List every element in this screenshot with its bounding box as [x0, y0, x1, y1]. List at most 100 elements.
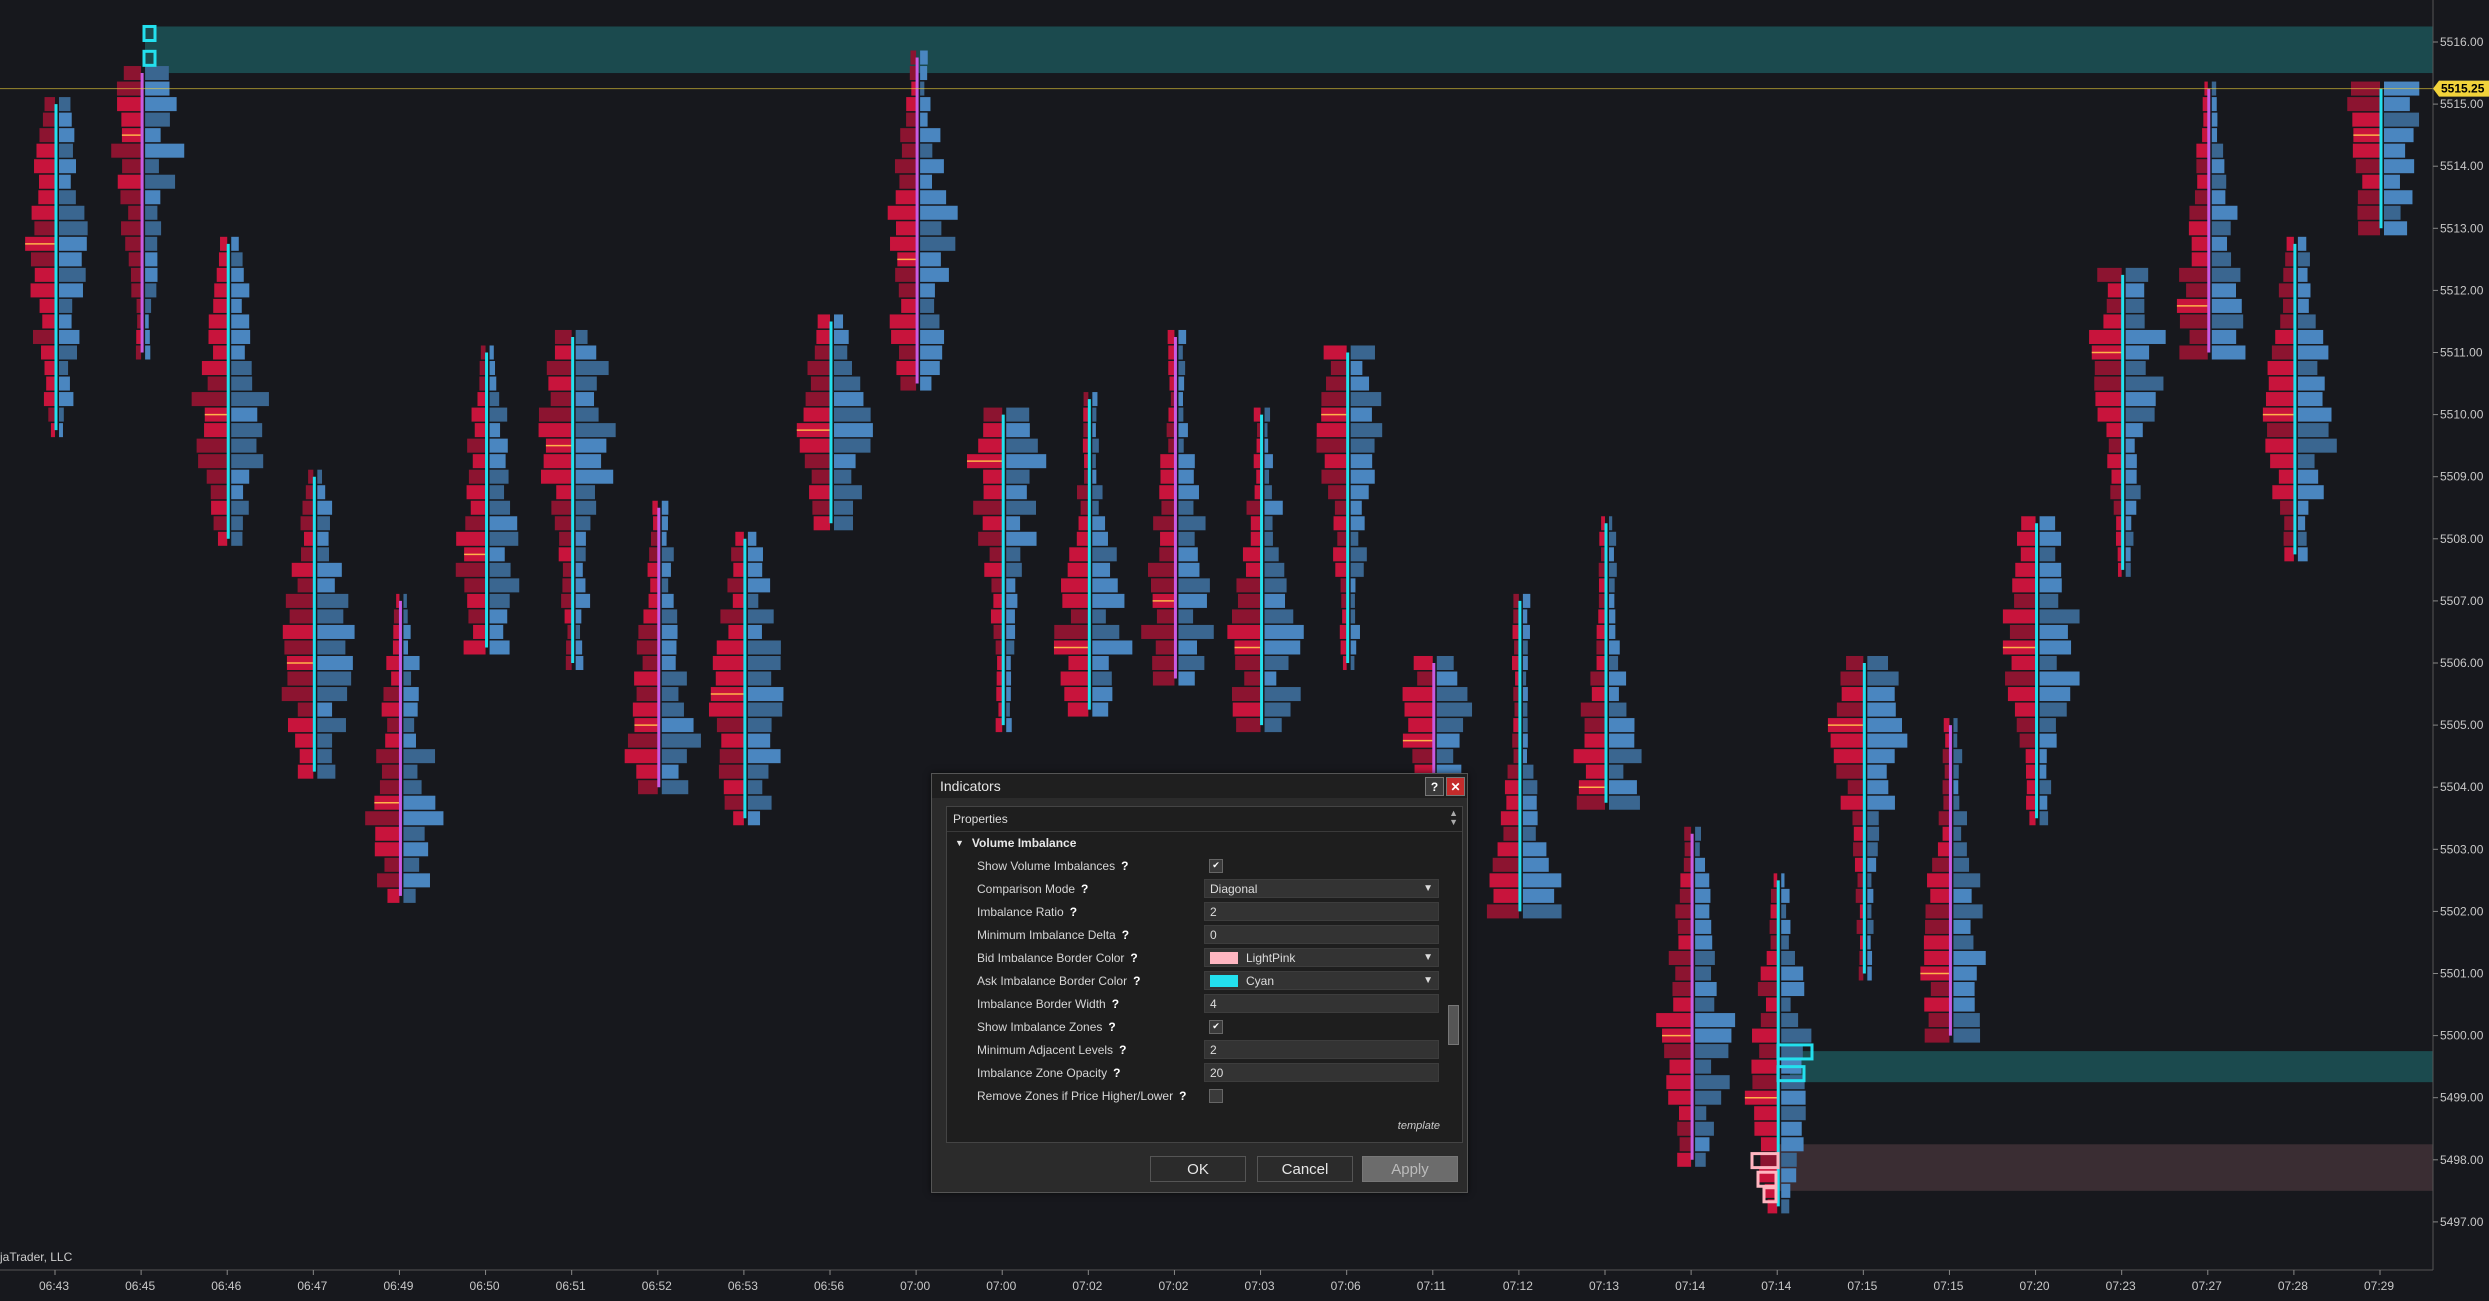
dialog-title: Indicators [940, 778, 1001, 794]
cancel-button[interactable]: Cancel [1257, 1156, 1353, 1182]
bid-volume-bar [201, 361, 228, 376]
ask-volume-bar [834, 516, 853, 531]
bid-volume-bar [1326, 376, 1347, 391]
bid-volume-bar [1601, 547, 1605, 562]
help-icon[interactable]: ? [1108, 1020, 1115, 1034]
ask-volume-bar [2211, 97, 2217, 112]
template-link[interactable]: template [1398, 1120, 1440, 1132]
bid-volume-bar [716, 718, 744, 733]
price-axis[interactable]: 5516.00 5515.00 5514.00 5513.00 5512.00 5511.… [2432, 0, 2489, 1270]
bid-volume-bar [44, 361, 55, 376]
ask-volume-bar [403, 795, 436, 810]
bid-volume-bar [1942, 780, 1950, 795]
ask-volume-bar [2211, 236, 2228, 251]
bid-volume-bar [556, 485, 572, 500]
ask-volume-bar [2384, 112, 2420, 127]
time-label: 07:02 [1072, 1279, 1102, 1293]
minimum-imbalance-delta-input[interactable]: 0 [1204, 925, 1439, 944]
help-button[interactable]: ? [1425, 777, 1444, 796]
ask-volume-bar [920, 329, 945, 344]
ask-volume-bar [1953, 982, 1975, 997]
bid-volume-bar [1513, 749, 1519, 764]
imbalance-ratio-input[interactable]: 2 [1204, 902, 1439, 921]
ask-volume-bar [575, 531, 586, 546]
ask-volume-bar [1953, 873, 1981, 888]
ask-volume-bar [1867, 919, 1874, 934]
collapse-triangle-icon[interactable]: ▼ [955, 838, 964, 848]
bid-volume-bar [1080, 500, 1089, 515]
bid-volume-bar [468, 609, 486, 624]
bid-volume-bar [653, 516, 658, 531]
ask-volume-bar [1264, 687, 1301, 702]
bid-volume-bar [1506, 795, 1519, 810]
comparison-mode-value: Diagonal [1210, 881, 1258, 896]
help-icon[interactable]: ? [1081, 882, 1088, 896]
bid-volume-bar [1316, 423, 1347, 438]
ask-volume-bar [231, 345, 245, 360]
help-icon[interactable]: ? [1122, 928, 1129, 942]
show-volume-imbalances-checkbox[interactable]: ✔ [1209, 858, 1223, 873]
dialog-title-bar[interactable]: Indicators ? ✕ [932, 774, 1467, 798]
section-volume-imbalance[interactable]: ▼ Volume Imbalance [947, 832, 1462, 854]
minimum-adjacent-levels-input[interactable]: 2 [1204, 1040, 1439, 1059]
ask-volume-bar [403, 873, 430, 888]
bid-volume-bar [624, 749, 658, 764]
ask-volume-bar [1953, 1013, 1980, 1028]
ask-volume-bar [2384, 205, 2401, 220]
show-imbalance-zones-checkbox[interactable]: ✔ [1209, 1019, 1223, 1034]
ask-imbalance-border-color-select[interactable]: Cyan ▼ [1204, 971, 1439, 990]
ask-volume-bar [1695, 873, 1710, 888]
bid-volume-bar [1151, 578, 1175, 593]
time-axis[interactable]: 06:43 06:45 06:46 06:47 06:49 06:50 06:51 06:52… [0, 1269, 2433, 1293]
bid-volume-bar [391, 671, 400, 686]
ask-volume-bar [1609, 702, 1627, 717]
ask-volume-bar [1781, 1090, 1806, 1105]
bid-volume-bar [1766, 950, 1778, 965]
bid-volume-bar [1250, 531, 1261, 546]
ok-button[interactable]: OK [1150, 1156, 1246, 1182]
price-label: 5515.00 [2440, 97, 2484, 111]
imbalance-zone-opacity-input[interactable]: 20 [1204, 1063, 1439, 1082]
panel-scroll-arrows-icon[interactable]: ▲ ▼ [1449, 809, 1458, 827]
bid-volume-bar [220, 236, 228, 251]
ask-volume-bar [1867, 764, 1887, 779]
properties-panel[interactable]: Properties ▲ ▼ ▼ Volume Imbalance Show Vo… [946, 806, 1463, 1143]
ask-volume-bar [1092, 702, 1109, 717]
ask-volume-bar [920, 128, 941, 143]
help-icon[interactable]: ? [1112, 997, 1119, 1011]
bid-volume-bar [2113, 500, 2122, 515]
help-icon[interactable]: ? [1179, 1089, 1186, 1103]
bid-volume-bar [191, 392, 228, 407]
panel-scrollbar[interactable] [1448, 1005, 1459, 1045]
comparison-mode-select[interactable]: Diagonal ▼ [1204, 879, 1439, 898]
help-icon[interactable]: ? [1113, 1066, 1120, 1080]
close-button[interactable]: ✕ [1446, 777, 1465, 796]
footprint-bar [281, 469, 355, 779]
ask-volume-bar [1092, 624, 1120, 639]
help-icon[interactable]: ? [1121, 859, 1128, 873]
bid-volume-bar [1236, 578, 1261, 593]
ask-volume-bar [231, 376, 253, 391]
imbalance-border-width-input[interactable]: 4 [1204, 994, 1439, 1013]
help-icon[interactable]: ? [1070, 905, 1077, 919]
remove-zones-checkbox[interactable] [1209, 1088, 1223, 1103]
bid-volume-bar [1596, 655, 1605, 671]
apply-button[interactable]: Apply [1362, 1156, 1458, 1182]
indicators-dialog[interactable]: Indicators ? ✕ Properties ▲ ▼ ▼ Volume Im… [931, 773, 1468, 1193]
bid-volume-bar [1242, 547, 1261, 562]
help-icon[interactable]: ? [1119, 1043, 1126, 1057]
help-icon[interactable]: ? [1133, 974, 1140, 988]
ask-volume-bar [59, 190, 76, 205]
footprint-bar [967, 407, 1047, 733]
bid-volume-bar [804, 454, 830, 469]
help-icon[interactable]: ? [1130, 951, 1137, 965]
bid-volume-bar [2265, 438, 2294, 453]
ask-volume-bar [59, 174, 71, 189]
bid-volume-bar [1840, 671, 1864, 686]
ask-volume-bar [1006, 407, 1030, 422]
ask-volume-bar [489, 376, 497, 391]
bid-imbalance-border-color-select[interactable]: LightPink ▼ [1204, 948, 1439, 967]
bid-volume-bar [1942, 826, 1950, 841]
bid-volume-bar [1076, 531, 1089, 546]
ask-volume-bar [1609, 562, 1617, 577]
